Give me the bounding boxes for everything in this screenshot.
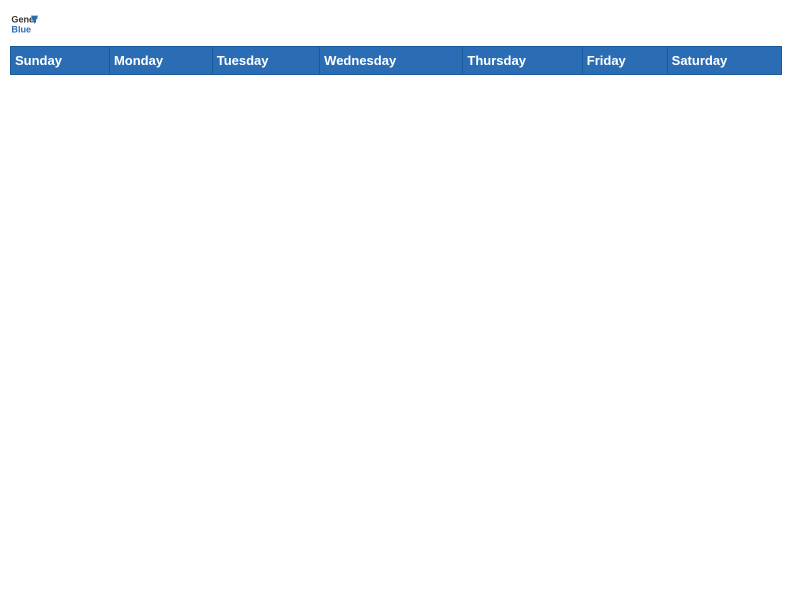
calendar-header-saturday: Saturday — [667, 47, 781, 75]
calendar-header-row: SundayMondayTuesdayWednesdayThursdayFrid… — [11, 47, 782, 75]
calendar-table: SundayMondayTuesdayWednesdayThursdayFrid… — [10, 46, 782, 75]
logo-icon: General Blue — [10, 10, 38, 38]
calendar-header-sunday: Sunday — [11, 47, 110, 75]
calendar-header-wednesday: Wednesday — [320, 47, 463, 75]
calendar-header-monday: Monday — [109, 47, 212, 75]
calendar-header-thursday: Thursday — [463, 47, 582, 75]
svg-text:Blue: Blue — [11, 24, 31, 34]
logo: General Blue — [10, 10, 38, 38]
calendar-header-tuesday: Tuesday — [212, 47, 319, 75]
calendar-header-friday: Friday — [582, 47, 667, 75]
header: General Blue — [10, 10, 782, 38]
